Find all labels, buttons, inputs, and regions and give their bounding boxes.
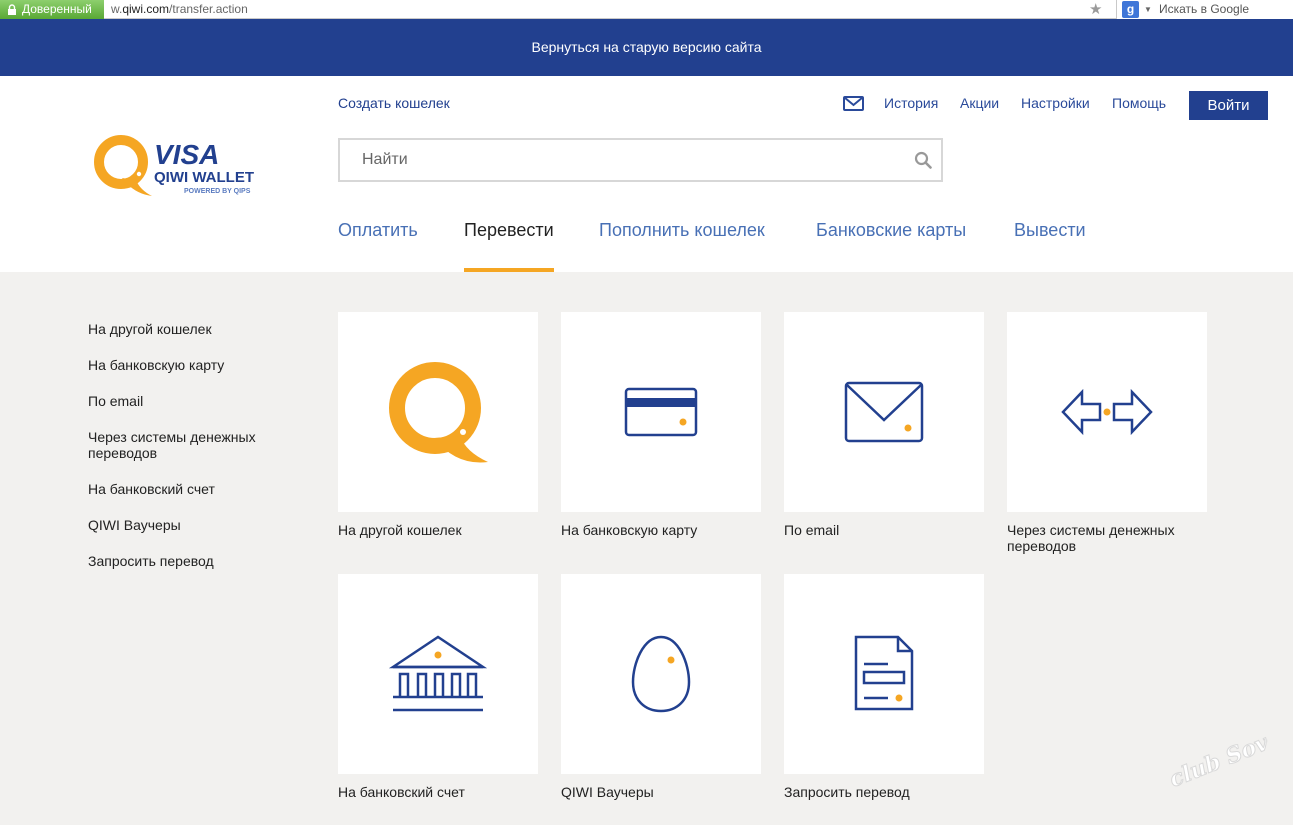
tile-email-box <box>784 312 984 512</box>
sidebar-item-bank-account[interactable]: На банковский счет <box>88 481 298 497</box>
site-header: VISA QIWI WALLET POWERED BY QIPS Создать… <box>0 76 1293 272</box>
search-icon[interactable] <box>914 151 932 169</box>
sidebar-item-email[interactable]: По email <box>88 393 298 409</box>
trusted-badge[interactable]: Доверенный <box>0 0 104 19</box>
tile-bank-account[interactable]: На банковский счет <box>338 574 538 800</box>
tile-bank-card-label: На банковскую карту <box>561 522 698 538</box>
google-icon[interactable]: g <box>1122 1 1139 18</box>
sidebar-item-vouchers[interactable]: QIWI Ваучеры <box>88 517 298 533</box>
qiwi-logo-icon <box>389 362 488 463</box>
tile-bank-account-box <box>338 574 538 774</box>
tab-pay-label: Оплатить <box>338 220 418 240</box>
tab-withdraw-label: Вывести <box>1014 220 1086 240</box>
qiwi-q-logo-icon <box>94 135 152 196</box>
sidebar-item-wallet[interactable]: На другой кошелек <box>88 321 298 337</box>
tab-withdraw[interactable]: Вывести <box>1014 220 1086 272</box>
watermark-text: club Sovet <box>1166 721 1268 790</box>
browser-address-bar: Доверенный w.qiwi.com/transfer.action ★ … <box>0 0 1293 19</box>
topnav-history-link[interactable]: История <box>884 95 938 111</box>
search-input[interactable] <box>340 140 900 180</box>
club-sovet-watermark: club Sovet <box>1165 720 1268 790</box>
tile-vouchers-label: QIWI Ваучеры <box>561 784 654 800</box>
tile-request-transfer-box <box>784 574 984 774</box>
tile-vouchers[interactable]: QIWI Ваучеры <box>561 574 761 800</box>
bank-card-icon <box>624 387 698 437</box>
tile-bank-card-box <box>561 312 761 512</box>
qiwi-visa-logo[interactable]: VISA QIWI WALLET POWERED BY QIPS <box>92 134 264 198</box>
tile-wallet[interactable]: На другой кошелек <box>338 312 538 538</box>
tab-bank-cards[interactable]: Банковские карты <box>816 220 966 272</box>
envelope-icon <box>844 381 924 443</box>
login-button[interactable]: Войти <box>1189 91 1268 120</box>
url-domain: qiwi.com <box>122 2 170 16</box>
tile-bank-card[interactable]: На банковскую карту <box>561 312 761 538</box>
create-wallet-link[interactable]: Создать кошелек <box>338 95 450 111</box>
bank-building-icon <box>388 635 488 712</box>
url-field[interactable]: w.qiwi.com/transfer.action <box>111 0 248 19</box>
topnav-help-link[interactable]: Помощь <box>1112 95 1166 111</box>
tile-vouchers-box <box>561 574 761 774</box>
tab-transfer[interactable]: Перевести <box>464 220 554 272</box>
logo-powered: POWERED BY QIPS <box>184 188 251 195</box>
trusted-label: Доверенный <box>22 2 92 16</box>
logo-qiwi-wallet: QIWI WALLET <box>154 169 254 186</box>
tile-request-transfer[interactable]: Запросить перевод <box>784 574 984 800</box>
browser-search-box[interactable]: g ▼ Искать в Google <box>1116 0 1293 19</box>
tab-transfer-label: Перевести <box>464 220 554 240</box>
site-search <box>338 138 943 182</box>
mail-icon[interactable] <box>843 96 864 111</box>
tile-request-transfer-label: Запросить перевод <box>784 784 910 800</box>
bookmark-star-icon[interactable]: ★ <box>1089 1 1102 18</box>
tab-bank-cards-label: Банковские карты <box>816 220 967 240</box>
tab-top-up-label: Пополнить кошелек <box>599 220 765 240</box>
tile-money-transfer-systems-box <box>1007 312 1207 512</box>
tile-money-transfer-systems[interactable]: Через системы денежных переводов <box>1007 312 1207 554</box>
tab-top-up[interactable]: Пополнить кошелек <box>599 220 765 272</box>
tile-email[interactable]: По email <box>784 312 984 538</box>
tab-pay[interactable]: Оплатить <box>338 220 418 272</box>
topnav-promotions-link[interactable]: Акции <box>960 95 999 111</box>
tile-money-transfer-systems-label: Через системы денежных переводов <box>1007 522 1175 554</box>
tile-wallet-box <box>338 312 538 512</box>
old-version-link[interactable]: Вернуться на старую версию сайта <box>532 39 762 55</box>
tile-bank-account-label: На банковский счет <box>338 784 465 800</box>
sidebar-item-request-transfer[interactable]: Запросить перевод <box>88 553 298 569</box>
sidebar-item-bank-card[interactable]: На банковскую карту <box>88 357 298 373</box>
lock-icon <box>8 4 16 15</box>
browser-search-placeholder: Искать в Google <box>1159 2 1250 16</box>
egg-voucher-icon <box>631 635 691 713</box>
document-icon <box>854 635 914 711</box>
logo-visa: VISA <box>154 139 219 170</box>
url-path: /transfer.action <box>169 2 248 16</box>
topnav-settings-link[interactable]: Настройки <box>1021 95 1090 111</box>
old-version-banner[interactable]: Вернуться на старую версию сайта <box>0 19 1293 76</box>
transfer-arrows-icon <box>1061 388 1153 436</box>
url-prefix: w. <box>111 2 123 16</box>
chevron-down-icon[interactable]: ▼ <box>1144 0 1152 19</box>
tile-email-label: По email <box>784 522 840 538</box>
tile-wallet-label: На другой кошелек <box>338 522 462 538</box>
sidebar-item-money-transfer-systems[interactable]: Через системы денежных переводов <box>88 429 298 461</box>
